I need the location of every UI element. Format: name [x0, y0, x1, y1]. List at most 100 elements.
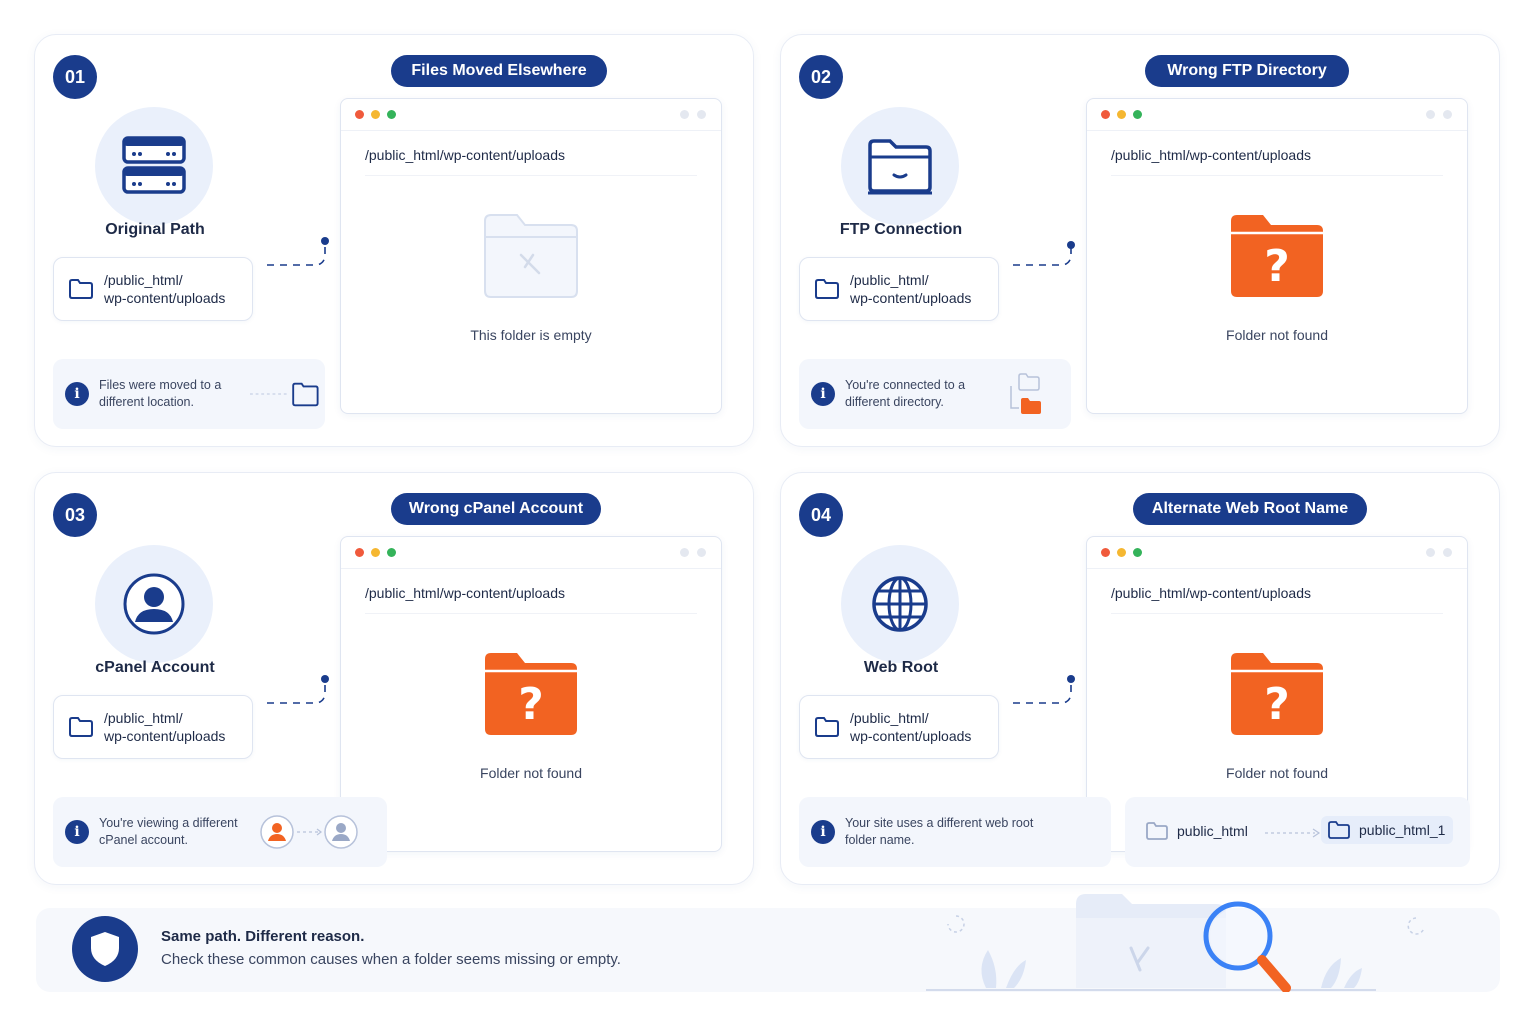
path-box: /public_html/ wp-content/uploads: [799, 695, 999, 759]
close-dot: [355, 110, 364, 119]
folder-outline-icon: [1146, 822, 1168, 840]
svg-text:?: ?: [1264, 679, 1290, 730]
grey-dot: [1426, 110, 1435, 119]
web-root-rename-flow: public_html public_html_1: [1125, 797, 1470, 867]
minimize-dot: [1117, 110, 1126, 119]
cause-card-wrong-ftp: 02 Wrong FTP Directory FTP Connection /p…: [780, 34, 1500, 447]
info-box: i Your site uses a different web root fo…: [799, 797, 1111, 867]
account-switch-icon: [260, 815, 358, 849]
grey-dot: [680, 110, 689, 119]
divider: [365, 175, 697, 176]
step-number-badge: 01: [53, 55, 97, 99]
browser-message: This folder is empty: [470, 327, 592, 343]
grey-dot: [1443, 548, 1452, 557]
divider: [365, 613, 697, 614]
browser-path: /public_html/wp-content/uploads: [1111, 147, 1312, 163]
path-text: /public_html/ wp-content/uploads: [850, 709, 971, 745]
minimize-dot: [371, 548, 380, 557]
folder-outline-icon: [1328, 821, 1350, 839]
dashed-connector: [1013, 675, 1075, 704]
step-number-badge: 02: [799, 55, 843, 99]
info-text: Your site uses a different web root fold…: [845, 816, 1034, 847]
grey-dot: [1426, 548, 1435, 557]
svg-text:?: ?: [1264, 241, 1290, 292]
path-line-1: /public_html/: [104, 272, 183, 288]
browser-path: /public_html/wp-content/uploads: [1111, 585, 1312, 601]
server-icon-circle: [95, 107, 213, 225]
user-icon-circle: [95, 545, 213, 663]
minimize-dot: [371, 110, 380, 119]
root-from-item: public_html: [1145, 821, 1248, 841]
browser-path: /public_html/wp-content/uploads: [365, 585, 566, 601]
browser-message: Folder not found: [1226, 327, 1328, 343]
info-box: i Files were moved to a different locati…: [53, 359, 325, 429]
info-icon: i: [65, 382, 89, 406]
close-dot: [355, 548, 364, 557]
svg-text:?: ?: [518, 679, 544, 730]
empty-folder-icon: [484, 214, 578, 298]
banner-subtitle: Check these common causes when a folder …: [161, 951, 621, 968]
folder-move-icon: [249, 382, 319, 407]
root-from-label: public_html: [1177, 823, 1248, 839]
info-icon: i: [811, 820, 835, 844]
grey-dot: [697, 110, 706, 119]
path-text: /public_html/ wp-content/uploads: [104, 709, 225, 745]
ftp-icon-circle: [841, 107, 959, 225]
dashed-connector: [267, 237, 329, 266]
path-box: /public_html/ wp-content/uploads: [799, 257, 999, 321]
browser-path: /public_html/wp-content/uploads: [365, 147, 566, 163]
info-box: i You're viewing a different cPanel acco…: [53, 797, 387, 867]
globe-icon-circle: [841, 545, 959, 663]
info-icon: i: [811, 382, 835, 406]
directory-switch-icon: [1010, 373, 1041, 414]
cause-title: Wrong cPanel Account: [391, 493, 601, 525]
folder-outline-icon: [69, 717, 93, 737]
icon-label: Web Root: [863, 659, 939, 676]
browser-window: /public_html/wp-content/uploads ? Folder…: [340, 536, 722, 852]
browser-window: /public_html/wp-content/uploads This fol…: [340, 98, 722, 414]
path-line-2: wp-content/uploads: [104, 728, 226, 744]
ftp-folder-icon: [868, 139, 932, 195]
cause-card-wrong-cpanel: 03 Wrong cPanel Account cPanel Account /…: [34, 472, 754, 885]
browser-message: Folder not found: [1226, 765, 1328, 781]
step-number-badge: 03: [53, 493, 97, 537]
info-icon: i: [65, 820, 89, 844]
path-text: /public_html/ wp-content/uploads: [850, 271, 971, 307]
browser-message: Folder not found: [480, 765, 582, 781]
maximize-dot: [387, 548, 396, 557]
icon-label: Original Path: [105, 221, 205, 238]
cause-card-files-moved: 01 Files Moved Elsewhere Original Path /…: [34, 34, 754, 447]
cause-title: Alternate Web Root Name: [1133, 493, 1367, 525]
browser-window: /public_html/wp-content/uploads ? Folder…: [1086, 98, 1468, 414]
path-text: /public_html/ wp-content/uploads: [104, 271, 225, 307]
maximize-dot: [1133, 110, 1142, 119]
cause-title: Files Moved Elsewhere: [391, 55, 607, 87]
path-line-2: wp-content/uploads: [850, 290, 972, 306]
browser-title-bar: [341, 99, 721, 131]
browser-title-bar: [341, 537, 721, 569]
user-icon: [123, 573, 185, 635]
cause-card-alternate-web-root: 04 Alternate Web Root Name Web Root /pub…: [780, 472, 1500, 885]
step-number-badge: 04: [799, 493, 843, 537]
path-line-2: wp-content/uploads: [850, 728, 972, 744]
folder-question-icon: ?: [1231, 653, 1323, 735]
folder-outline-icon: [815, 279, 839, 299]
path-line-1: /public_html/: [104, 710, 183, 726]
server-icon: [122, 136, 186, 194]
dashed-connector: [1013, 241, 1075, 266]
icon-label: FTP Connection: [839, 221, 963, 238]
info-text: You're viewing a different cPanel accoun…: [99, 816, 238, 847]
dashed-connector: [267, 675, 329, 704]
arrow-icon: [1265, 828, 1321, 838]
path-box: /public_html/ wp-content/uploads: [53, 695, 253, 759]
folder-question-icon: ?: [485, 653, 577, 735]
browser-title-bar: [1087, 537, 1467, 569]
divider: [1111, 175, 1443, 176]
browser-title-bar: [1087, 99, 1467, 131]
minimize-dot: [1117, 548, 1126, 557]
cause-title: Wrong FTP Directory: [1145, 55, 1349, 87]
info-text: Files were moved to a different location…: [99, 378, 222, 409]
path-line-2: wp-content/uploads: [104, 290, 226, 306]
info-text: You're connected to a different director…: [845, 378, 966, 409]
banner-title: Same path. Different reason.: [161, 928, 365, 945]
